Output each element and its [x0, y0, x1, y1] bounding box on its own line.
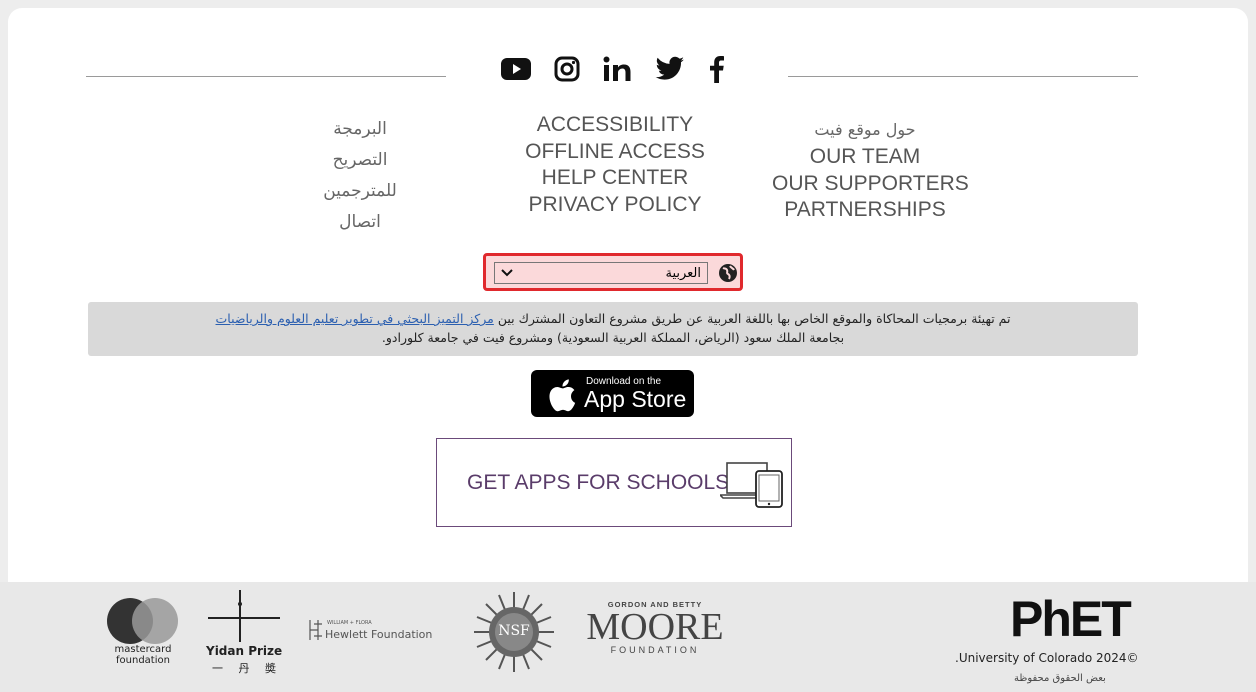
divider-right	[788, 76, 1138, 77]
link-licensing[interactable]: التصريح	[310, 145, 410, 176]
link-about-phet[interactable]: حول موقع فيت	[772, 116, 958, 144]
app-store-badge[interactable]: Download on the App Store	[531, 370, 694, 417]
hewlett-text: Hewlett Foundation	[325, 628, 433, 641]
link-partnerships[interactable]: PARTNERSHIPS	[772, 197, 958, 224]
rights-text: بعض الحقوق محفوظة	[1014, 673, 1106, 684]
language-selected-value: العربية	[665, 265, 701, 281]
links-column-about: حول موقع فيت OUR TEAM OUR SUPPORTERS PAR…	[772, 116, 969, 224]
translation-notice: تم تهيئة برمجيات المحاكاة والموقع الخاص …	[88, 302, 1138, 356]
link-contact[interactable]: اتصال	[310, 207, 410, 238]
apple-icon	[549, 379, 576, 412]
linkedin-icon[interactable]	[603, 56, 633, 82]
hewlett-small-text: WILLIAM + FLORA	[327, 620, 372, 626]
mastercard-foundation-logo[interactable]: mastercard foundation	[103, 596, 183, 676]
facebook-icon[interactable]	[707, 55, 725, 83]
notice-line-2: بجامعة الملك سعود (الرياض، المملكة العرب…	[381, 330, 845, 345]
language-select[interactable]: العربية	[494, 262, 708, 284]
link-privacy-policy[interactable]: PRIVACY POLICY	[520, 192, 710, 219]
yidan-text: Yidan Prize	[206, 644, 283, 658]
phet-logo-text: PhET	[1010, 591, 1132, 647]
mastercard-text: mastercard foundation	[114, 644, 172, 666]
link-help-center[interactable]: HELP CENTER	[520, 165, 710, 192]
notice-line-1: تم تهيئة برمجيات المحاكاة والموقع الخاص …	[88, 309, 1138, 328]
yidan-prize-logo[interactable]: Yidan Prize 一 丹 奬	[206, 588, 286, 688]
notice-link-center[interactable]: مركز التميز البحثي في تطوير تعليم العلوم…	[216, 311, 494, 326]
divider-left	[86, 76, 446, 77]
youtube-icon[interactable]	[500, 57, 532, 81]
chevron-down-icon	[501, 266, 513, 281]
links-column-dev: البرمجة التصريح للمترجمين اتصال	[310, 114, 410, 238]
copyright-text: .University of Colorado 2024©	[955, 651, 1139, 665]
nsf-text: NSF	[498, 623, 530, 639]
link-offline-access[interactable]: OFFLINE ACCESS	[520, 139, 710, 166]
notice-text: تم تهيئة برمجيات المحاكاة والموقع الخاص …	[497, 311, 1011, 326]
get-apps-for-schools-button[interactable]: GET APPS FOR SCHOOLS	[436, 438, 792, 527]
devices-icon	[720, 462, 783, 508]
language-selector-box: العربية	[483, 253, 743, 291]
schools-label: GET APPS FOR SCHOOLS	[467, 471, 730, 494]
yidan-cn-text: 一 丹 奬	[212, 662, 282, 675]
social-links	[500, 52, 725, 86]
link-programming[interactable]: البرمجة	[310, 114, 410, 145]
link-translators[interactable]: للمترجمين	[310, 176, 410, 207]
moore-foundation-logo[interactable]: GORDON AND BETTY MOORE FOUNDATION	[580, 600, 730, 660]
app-store-big-text: App Store	[584, 386, 687, 412]
moore-text: MOORE	[586, 606, 724, 648]
twitter-icon[interactable]	[655, 56, 685, 82]
link-our-team[interactable]: OUR TEAM	[772, 144, 958, 171]
globe-icon	[718, 263, 738, 287]
sponsor-footer: mastercard foundation Yidan Prize 一 丹 奬 …	[0, 582, 1256, 692]
phet-logo[interactable]: PhET	[1010, 590, 1140, 647]
link-accessibility[interactable]: ACCESSIBILITY	[520, 112, 710, 139]
instagram-icon[interactable]	[554, 56, 580, 82]
hewlett-foundation-logo[interactable]: WILLIAM + FLORA Hewlett Foundation	[309, 617, 454, 647]
link-our-supporters[interactable]: OUR SUPPORTERS	[772, 171, 969, 198]
nsf-logo[interactable]: NSF	[474, 592, 554, 672]
links-column-info: ACCESSIBILITY OFFLINE ACCESS HELP CENTER…	[520, 112, 710, 218]
